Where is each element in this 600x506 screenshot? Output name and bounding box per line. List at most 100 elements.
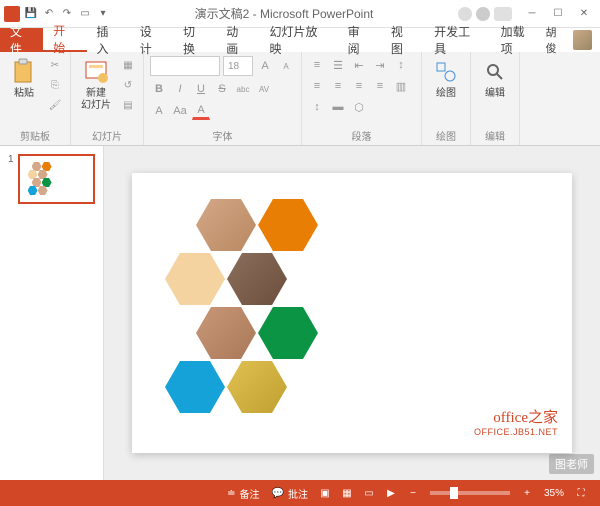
hex-photo [196,307,256,359]
status-bar: ≐ 备注 💬 批注 ▣ ▦ ▭ ▶ − + 35% ⛶ [0,480,600,506]
qat-dropdown-icon[interactable]: ▾ [96,7,110,21]
deco-icon [458,7,472,21]
slide-watermark: office之家 OFFICE.JB51.NET [474,406,558,437]
tab-addins[interactable]: 加载项 [491,28,546,52]
font-family-combo[interactable] [150,56,220,76]
columns-icon[interactable]: ▥ [392,77,410,95]
workspace: 1 office之家 [0,146,600,480]
tab-file[interactable]: 文件 [0,28,43,52]
paste-button[interactable]: 粘贴 [6,56,42,102]
undo-icon[interactable]: ↶ [42,7,56,21]
hex-photo [227,253,287,305]
avatar [573,30,592,50]
ribbon: 粘贴 ✂ ⎘ 🖌 剪贴板 新建 幻灯片 ▦ ↺ ▤ 幻灯片 [0,52,600,146]
comments-button[interactable]: 💬 批注 [266,486,314,501]
slide-number: 1 [8,154,14,204]
slide[interactable]: office之家 OFFICE.JB51.NET [132,173,572,453]
shadow-icon[interactable]: abc [234,80,252,98]
new-slide-button[interactable]: 新建 幻灯片 [77,56,115,114]
indent-dec-icon[interactable]: ⇤ [350,56,368,74]
slide-canvas-area[interactable]: office之家 OFFICE.JB51.NET [104,146,600,480]
zoom-in-icon[interactable]: + [516,484,538,502]
underline-icon[interactable]: U [192,80,210,98]
zoom-thumb[interactable] [450,487,458,499]
tab-home[interactable]: 开始 [43,28,86,52]
tab-transitions[interactable]: 切换 [173,28,216,52]
group-drawing: 绘图 绘图 [422,52,471,145]
group-font: 18 A A B I U S abc AV A Aa A 字体 [144,52,302,145]
zoom-slider[interactable] [430,491,510,495]
bullets-icon[interactable]: ≡ [308,56,326,74]
align-left-icon[interactable]: ≡ [308,77,326,95]
maximize-button[interactable]: ☐ [546,4,570,24]
tab-design[interactable]: 设计 [130,28,173,52]
slide-thumbnail-panel[interactable]: 1 [0,146,104,480]
clear-format-icon[interactable]: A [150,102,168,120]
slideshow-view-icon[interactable]: ▶ [380,484,402,502]
sorter-view-icon[interactable]: ▦ [336,484,358,502]
align-center-icon[interactable]: ≡ [329,77,347,95]
tab-insert[interactable]: 插入 [87,28,130,52]
reset-icon[interactable]: ↺ [119,76,137,94]
tab-developer[interactable]: 开发工具 [424,28,491,52]
line-spacing-icon[interactable]: ↕ [392,56,410,74]
group-label: 剪贴板 [6,126,64,143]
find-icon [481,58,509,86]
zoom-out-icon[interactable]: − [402,484,424,502]
hex-photo [227,361,287,413]
case-icon[interactable]: Aa [171,102,189,120]
spacing-icon[interactable]: AV [255,80,273,98]
shrink-font-icon[interactable]: A [277,57,295,75]
group-paragraph: ≡ ☰ ⇤ ⇥ ↕ ≡ ≡ ≡ ≡ ▥ ↕ ▬ ⬡ 段落 [302,52,422,145]
user-account[interactable]: 胡俊 [545,28,599,52]
image-watermark: 图老师 [549,454,594,474]
text-direction-icon[interactable]: ↕ [308,98,326,116]
app-icon[interactable] [4,6,20,22]
zoom-percent[interactable]: 35% [538,488,570,499]
reading-view-icon[interactable]: ▭ [358,484,380,502]
font-size-combo[interactable]: 18 [223,56,253,76]
redo-icon[interactable]: ↷ [60,7,74,21]
deco-icon [476,7,490,21]
italic-icon[interactable]: I [171,80,189,98]
tab-animations[interactable]: 动画 [216,28,259,52]
ribbon-tabs: 文件 开始 插入 设计 切换 动画 幻灯片放映 审阅 视图 开发工具 加载项 胡… [0,28,600,52]
cut-icon[interactable]: ✂ [46,56,64,74]
font-color-icon[interactable]: A [192,102,210,120]
smartart-icon[interactable]: ⬡ [350,98,368,116]
deco-icon [494,7,512,21]
tab-view[interactable]: 视图 [381,28,424,52]
hex-green [258,307,318,359]
copy-icon[interactable]: ⎘ [46,76,64,94]
editing-button[interactable]: 编辑 [477,56,513,102]
tab-slideshow[interactable]: 幻灯片放映 [260,28,338,52]
minimize-button[interactable]: ─ [520,4,544,24]
group-label: 字体 [150,126,295,143]
section-icon[interactable]: ▤ [119,96,137,114]
numbering-icon[interactable]: ☰ [329,56,347,74]
align-text-icon[interactable]: ▬ [329,98,347,116]
indent-inc-icon[interactable]: ⇥ [371,56,389,74]
normal-view-icon[interactable]: ▣ [314,484,336,502]
slideshow-icon[interactable]: ▭ [78,7,92,21]
justify-icon[interactable]: ≡ [371,77,389,95]
close-button[interactable]: ✕ [572,4,596,24]
thumbnail-preview [18,154,95,204]
grow-font-icon[interactable]: A [256,57,274,75]
hex-orange [258,199,318,251]
align-right-icon[interactable]: ≡ [350,77,368,95]
drawing-button[interactable]: 绘图 [428,56,464,102]
quick-access-toolbar: 💾 ↶ ↷ ▭ ▾ [4,6,110,22]
fit-window-icon[interactable]: ⛶ [570,484,592,502]
slide-thumbnail[interactable]: 1 [8,154,95,204]
notes-button[interactable]: ≐ 备注 [221,486,265,501]
strike-icon[interactable]: S [213,80,231,98]
title-decoration [458,7,512,21]
tab-review[interactable]: 审阅 [338,28,381,52]
paste-icon [10,58,38,86]
format-painter-icon[interactable]: 🖌 [46,96,64,114]
bold-icon[interactable]: B [150,80,168,98]
layout-icon[interactable]: ▦ [119,56,137,74]
save-icon[interactable]: 💾 [24,7,38,21]
group-label: 幻灯片 [77,126,137,143]
